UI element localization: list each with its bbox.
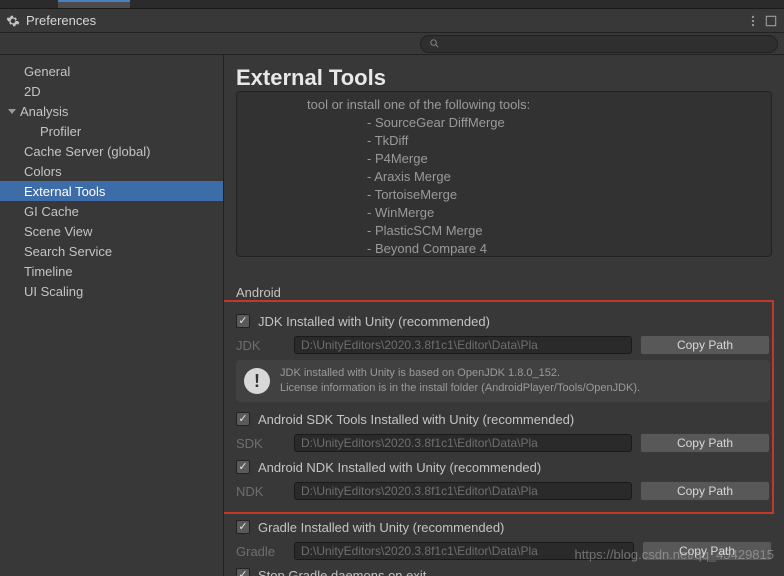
window-title: Preferences — [26, 13, 96, 28]
search-input[interactable] — [420, 35, 778, 53]
info-line1: JDK installed with Unity is based on Ope… — [280, 366, 640, 381]
highlight-box: JDK Installed with Unity (recommended) J… — [224, 300, 774, 514]
sidebar-item-label: GI Cache — [24, 204, 79, 219]
ndk-copy-button[interactable]: Copy Path — [640, 481, 770, 501]
sidebar-item-label: Colors — [24, 164, 62, 179]
sidebar-item-label: Timeline — [24, 264, 73, 279]
sidebar-item-colors[interactable]: Colors — [0, 161, 223, 181]
sdk-label: SDK — [236, 436, 286, 451]
sidebar: General 2D Analysis Profiler Cache Serve… — [0, 55, 224, 576]
sidebar-item-cache-server[interactable]: Cache Server (global) — [0, 141, 223, 161]
jdk-copy-button[interactable]: Copy Path — [640, 335, 770, 355]
merge-tool-item: - Araxis Merge — [247, 168, 761, 186]
content-area: External Tools tool or install one of th… — [224, 55, 784, 576]
sidebar-item-profiler[interactable]: Profiler — [0, 121, 223, 141]
jdk-label: JDK — [236, 338, 286, 353]
gradle-label: Gradle — [236, 544, 286, 559]
gear-icon — [6, 14, 20, 28]
sidebar-item-gi-cache[interactable]: GI Cache — [0, 201, 223, 221]
sidebar-item-scene-view[interactable]: Scene View — [0, 221, 223, 241]
sidebar-item-general[interactable]: General — [0, 61, 223, 81]
sidebar-item-search-service[interactable]: Search Service — [0, 241, 223, 261]
merge-tool-item: - SourceGear DiffMerge — [247, 114, 761, 132]
sidebar-item-label: 2D — [24, 84, 41, 99]
jdk-path-input[interactable]: D:\UnityEditors\2020.3.8f1c1\Editor\Data… — [294, 336, 632, 354]
ndk-checkbox-label: Android NDK Installed with Unity (recomm… — [258, 460, 541, 475]
jdk-info-box: JDK installed with Unity is based on Ope… — [236, 360, 770, 402]
merge-tool-item: - P4Merge — [247, 150, 761, 168]
sidebar-item-label: External Tools — [24, 184, 105, 199]
jdk-checkbox[interactable] — [236, 314, 250, 328]
gradle-checkbox-label: Gradle Installed with Unity (recommended… — [258, 520, 504, 535]
gradle-checkbox[interactable] — [236, 520, 250, 534]
search-row — [0, 33, 784, 55]
merge-tool-item: - TortoiseMerge — [247, 186, 761, 204]
merge-tool-item: - Beyond Compare 4 — [247, 240, 761, 257]
top-strip — [0, 0, 784, 9]
merge-tool-item: - TkDiff — [247, 132, 761, 150]
sidebar-item-label: UI Scaling — [24, 284, 83, 299]
sdk-copy-button[interactable]: Copy Path — [640, 433, 770, 453]
ndk-path-input[interactable]: D:\UnityEditors\2020.3.8f1c1\Editor\Data… — [294, 482, 632, 500]
stop-daemons-checkbox[interactable] — [236, 568, 250, 576]
sidebar-item-label: Scene View — [24, 224, 92, 239]
chevron-down-icon — [8, 109, 16, 114]
sidebar-item-label: Search Service — [24, 244, 112, 259]
merge-tool-item: - WinMerge — [247, 204, 761, 222]
sidebar-item-label: Profiler — [40, 124, 81, 139]
watermark: https://blog.csdn.net/qq_45429815 — [575, 547, 775, 562]
sidebar-item-2d[interactable]: 2D — [0, 81, 223, 101]
search-icon — [429, 38, 440, 49]
sidebar-item-label: Cache Server (global) — [24, 144, 150, 159]
merge-tools-header: tool or install one of the following too… — [247, 96, 761, 114]
info-line2: License information is in the install fo… — [280, 381, 640, 396]
ndk-label: NDK — [236, 484, 286, 499]
maximize-icon[interactable] — [764, 14, 778, 28]
jdk-checkbox-label: JDK Installed with Unity (recommended) — [258, 314, 490, 329]
page-title: External Tools — [236, 65, 772, 91]
sidebar-item-timeline[interactable]: Timeline — [0, 261, 223, 281]
sidebar-item-ui-scaling[interactable]: UI Scaling — [0, 281, 223, 301]
sdk-checkbox-label: Android SDK Tools Installed with Unity (… — [258, 412, 574, 427]
merge-tools-box: tool or install one of the following too… — [236, 91, 772, 257]
sdk-checkbox[interactable] — [236, 412, 250, 426]
stop-daemons-label: Stop Gradle daemons on exit — [258, 568, 426, 576]
sidebar-item-label: General — [24, 64, 70, 79]
info-icon — [244, 368, 270, 394]
active-tab-indicator — [58, 0, 130, 8]
sdk-path-input[interactable]: D:\UnityEditors\2020.3.8f1c1\Editor\Data… — [294, 434, 632, 452]
title-bar: Preferences — [0, 9, 784, 33]
sidebar-item-analysis[interactable]: Analysis — [0, 101, 223, 121]
merge-tool-item: - PlasticSCM Merge — [247, 222, 761, 240]
kebab-menu-icon[interactable] — [746, 14, 760, 28]
sidebar-item-label: Analysis — [20, 104, 68, 119]
android-heading: Android — [236, 285, 772, 300]
sidebar-item-external-tools[interactable]: External Tools — [0, 181, 223, 201]
ndk-checkbox[interactable] — [236, 460, 250, 474]
